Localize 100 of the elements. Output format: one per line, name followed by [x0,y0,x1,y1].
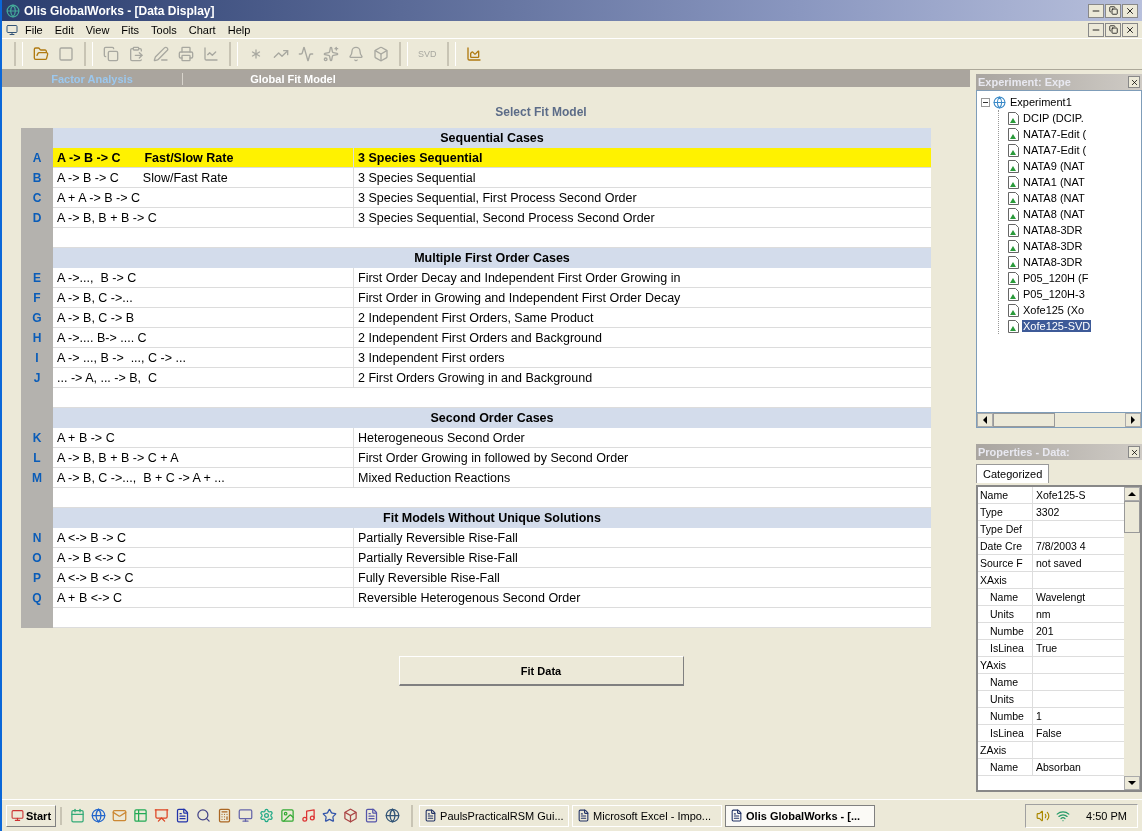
collapse-toggle[interactable] [981,97,990,107]
search-icon[interactable] [194,806,213,825]
reaction-cell[interactable]: A -> B, C ->..., B + C -> A + ... [53,468,354,488]
globe-icon[interactable] [383,806,402,825]
reaction-cell[interactable]: A -> B, B + B -> C + A [53,448,354,468]
toolbar-grip[interactable] [229,42,238,66]
description-cell[interactable]: Partially Reversible Rise-Fall [354,548,931,568]
description-cell[interactable]: Partially Reversible Rise-Fall [354,528,931,548]
star-icon[interactable] [320,806,339,825]
scroll-up-button[interactable] [1124,487,1140,501]
image-icon[interactable] [278,806,297,825]
reaction-cell[interactable]: A <-> B -> C [53,528,354,548]
tree-item[interactable]: NATA8 (NAT [1022,192,1086,204]
reaction-cell[interactable]: A -> B, B + B -> C [53,208,354,228]
scroll-thumb[interactable] [1124,501,1140,533]
close-button[interactable] [1128,76,1140,88]
menu-item[interactable]: Chart [183,23,221,36]
close-button[interactable] [1128,446,1140,458]
description-cell[interactable]: 2 First Orders Growing in and Background [354,368,931,388]
menu-item[interactable]: File [20,23,48,36]
reaction-cell[interactable]: A -> B -> C Fast/Slow Rate [53,148,354,168]
tree-item[interactable]: NATA7-Edit ( [1022,128,1088,140]
property-value[interactable]: True [1033,640,1124,656]
table-icon[interactable] [131,806,150,825]
taskbar-button[interactable]: Microsoft Excel - Impo... [572,804,723,827]
tree-item[interactable]: NATA8-3DR [1022,224,1084,236]
description-cell[interactable]: First Order in Growing and Independent First Order Decay [354,288,931,308]
tree-item[interactable]: DCIP (DCIP. [1022,112,1085,124]
property-value[interactable]: 7/8/2003 4 [1033,538,1124,554]
tree-item[interactable]: NATA9 (NAT [1022,160,1086,172]
network-icon[interactable] [1056,808,1071,823]
tree-item[interactable]: NATA8-3DR [1022,240,1084,252]
property-value[interactable]: Xofe125-S [1033,487,1124,503]
taskbar-button[interactable]: Olis GlobalWorks - [... [725,804,876,827]
property-value[interactable]: False [1033,725,1124,741]
scroll-thumb[interactable] [993,413,1055,427]
property-value[interactable]: not saved [1033,555,1124,571]
property-value[interactable]: Absorban [1033,759,1124,775]
reaction-cell[interactable]: A + B -> C [53,428,354,448]
toolbar-grip[interactable] [446,42,456,66]
start-button[interactable]: Start [6,804,57,827]
scroll-left-button[interactable] [977,413,993,427]
tree-item[interactable]: NATA8 (NAT [1022,208,1086,220]
description-cell[interactable]: 3 Species Sequential, Second Process Second Order [354,208,931,228]
scroll-down-button[interactable] [1124,776,1140,790]
description-cell[interactable]: 2 Independent First Orders and Background [354,328,931,348]
menu-item[interactable]: Fits [116,23,145,36]
description-cell[interactable]: Mixed Reduction Reactions [354,468,931,488]
reaction-cell[interactable]: A + A -> B -> C [53,188,354,208]
reaction-cell[interactable]: ... -> A, ... -> B, C [53,368,354,388]
description-cell[interactable]: 3 Independent First orders [354,348,931,368]
property-value[interactable]: Wavelengt [1033,589,1124,605]
restore-button[interactable] [1105,22,1121,37]
reaction-cell[interactable]: A -> B, C ->... [53,288,354,308]
reaction-cell[interactable]: A ->.... B-> .... C [53,328,354,348]
property-value[interactable]: 201 [1033,623,1124,639]
tree-item[interactable]: NATA1 (NAT [1022,176,1086,188]
description-cell[interactable]: 3 Species Sequential [354,148,931,168]
reaction-cell[interactable]: A -> B, C -> B [53,308,354,328]
description-cell[interactable]: Reversible Heterogenous Second Order [354,588,931,608]
close-button[interactable] [1122,3,1138,18]
description-cell[interactable]: First Order Growing in followed by Second Order [354,448,931,468]
speaker-icon[interactable] [1036,808,1051,823]
property-value[interactable]: 1 [1033,708,1124,724]
tree-item[interactable]: NATA7-Edit ( [1022,144,1088,156]
taskbar-button[interactable]: PaulsPracticalRSM Gui... [419,804,570,827]
reaction-cell[interactable]: A -> B -> C Slow/Fast Rate [53,168,354,188]
menu-item[interactable]: View [80,23,115,36]
horizontal-scrollbar[interactable] [976,413,1142,428]
tree-item[interactable]: Xofe125-SVD [1022,320,1092,332]
description-cell[interactable]: 2 Independent First Orders, Same Product [354,308,931,328]
toolbar-grip[interactable] [84,42,93,66]
vertical-scrollbar[interactable] [1124,487,1140,790]
cube-icon[interactable] [341,806,360,825]
gear-icon[interactable] [257,806,276,825]
reaction-cell[interactable]: A <-> B <-> C [53,568,354,588]
tree-item[interactable]: Xofe125 (Xo [1022,304,1086,316]
tree-item[interactable]: NATA8-3DR [1022,256,1084,268]
tab[interactable]: Categorized [976,464,1050,483]
minimize-button[interactable] [1088,22,1104,37]
tree-item[interactable]: P05_120H-3 [1022,288,1086,300]
reaction-cell[interactable]: A ->..., B -> C [53,268,354,288]
tree-item[interactable]: P05_120H (F [1022,272,1090,284]
property-value[interactable]: 3302 [1033,504,1124,520]
description-cell[interactable]: First Order Decay and Independent First Order Growing in [354,268,931,288]
restore-button[interactable] [1105,3,1121,18]
menu-item[interactable]: Help [222,23,256,36]
globe-icon[interactable] [89,806,108,825]
toolbar-grip[interactable] [399,42,408,66]
menu-item[interactable]: Tools [146,23,182,36]
menu-item[interactable]: Edit [49,23,79,36]
property-value[interactable]: nm [1033,606,1124,622]
close-button[interactable] [1122,22,1138,37]
toolbar-grip[interactable] [14,42,23,66]
fit-data-button[interactable]: Fit Data [398,656,684,686]
reaction-cell[interactable]: A -> ..., B -> ..., C -> ... [53,348,354,368]
description-cell[interactable]: 3 Species Sequential [354,168,931,188]
music-icon[interactable] [299,806,318,825]
reaction-cell[interactable]: A + B <-> C [53,588,354,608]
minimize-button[interactable] [1088,3,1104,18]
